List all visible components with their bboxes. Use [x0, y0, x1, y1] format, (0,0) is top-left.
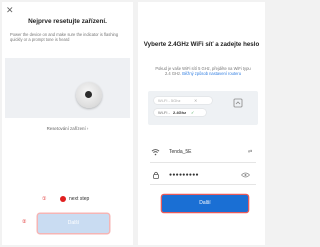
indicator-light-icon	[85, 91, 92, 98]
reset-device-screen: ✕ Nejprve resetujte zařízení. Power the …	[2, 2, 133, 245]
reset-instructions: Power the device on and make sure the in…	[10, 32, 119, 43]
eye-icon[interactable]	[241, 172, 250, 178]
step-marker-2: ②	[22, 219, 27, 225]
wifi-24g-band: 2.4Ghz	[173, 110, 187, 115]
wifi-setup-screen: Vyberte 2.4GHz WiFi síť a zadejte heslo …	[138, 2, 265, 245]
wifi-ssid-field[interactable]: Tenda_5E	[169, 149, 192, 155]
wifi-24g-prefix: Wi-Fi -	[158, 110, 170, 115]
check-icon: ✓	[191, 110, 195, 115]
wifi-5g-label: Wi-Fi - 5Ghz	[158, 98, 181, 103]
device-illustration	[5, 58, 130, 118]
wifi-icon	[151, 149, 160, 156]
page-title: Vyberte 2.4GHz WiFi síť a zadejte heslo	[143, 41, 260, 48]
next-step-label: next step	[69, 196, 90, 202]
router-signal-icon	[233, 98, 243, 108]
reset-device-link[interactable]: Resetování zařízení ›	[2, 126, 133, 131]
divider	[150, 184, 256, 185]
close-icon[interactable]: ✕	[6, 5, 14, 16]
lock-icon	[153, 171, 159, 179]
next-button-label: Další	[67, 220, 80, 226]
page-title: Nejprve resetujte zařízení.	[28, 18, 107, 25]
switch-network-icon[interactable]: ⇄	[248, 149, 252, 155]
router-guide-link[interactable]: Běžný způsob nastavení routeru	[182, 71, 241, 76]
password-field[interactable]: ●●●●●●●●●	[169, 172, 199, 178]
next-button-label: Další	[199, 200, 211, 206]
wifi-instructions: Pokud je vaše WiFi sítí 5 GHz, přejděte …	[154, 66, 252, 77]
divider	[150, 162, 256, 163]
confirm-radio[interactable]	[60, 196, 66, 202]
step-marker-1: ①	[42, 196, 47, 202]
cross-icon: ✕	[194, 98, 198, 103]
